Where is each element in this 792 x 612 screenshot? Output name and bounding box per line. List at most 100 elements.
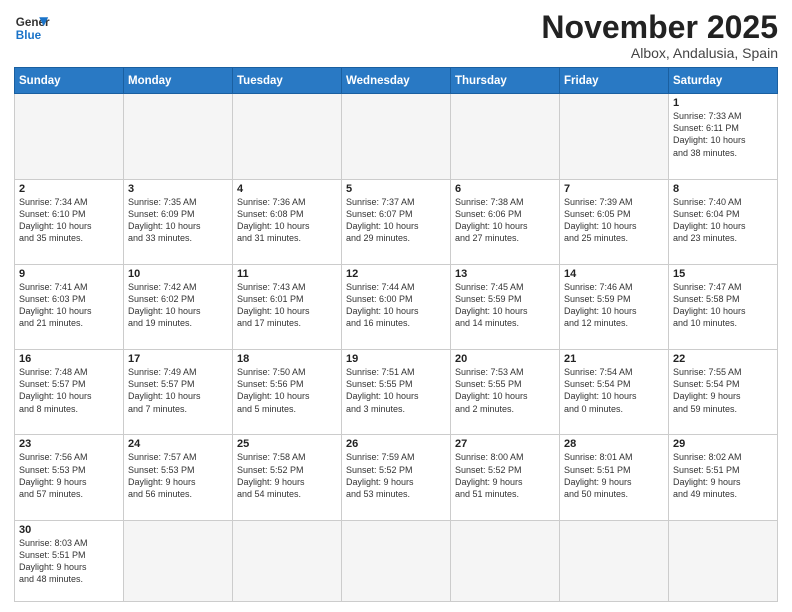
day-info: Sunrise: 7:55 AM Sunset: 5:54 PM Dayligh…: [673, 366, 773, 415]
day-info: Sunrise: 7:36 AM Sunset: 6:08 PM Dayligh…: [237, 196, 337, 245]
header-saturday: Saturday: [669, 68, 778, 94]
day-info: Sunrise: 8:01 AM Sunset: 5:51 PM Dayligh…: [564, 451, 664, 500]
calendar-cell: [560, 94, 669, 179]
header-monday: Monday: [124, 68, 233, 94]
day-info: Sunrise: 7:43 AM Sunset: 6:01 PM Dayligh…: [237, 281, 337, 330]
day-number: 25: [237, 438, 337, 450]
day-info: Sunrise: 7:41 AM Sunset: 6:03 PM Dayligh…: [19, 281, 119, 330]
header: General Blue November 2025 Albox, Andalu…: [14, 10, 778, 61]
calendar-cell: [342, 94, 451, 179]
day-number: 27: [455, 438, 555, 450]
day-info: Sunrise: 7:40 AM Sunset: 6:04 PM Dayligh…: [673, 196, 773, 245]
calendar-cell: 14Sunrise: 7:46 AM Sunset: 5:59 PM Dayli…: [560, 264, 669, 349]
calendar-cell: 9Sunrise: 7:41 AM Sunset: 6:03 PM Daylig…: [15, 264, 124, 349]
day-info: Sunrise: 7:39 AM Sunset: 6:05 PM Dayligh…: [564, 196, 664, 245]
header-friday: Friday: [560, 68, 669, 94]
header-wednesday: Wednesday: [342, 68, 451, 94]
logo: General Blue: [14, 10, 50, 46]
day-info: Sunrise: 7:51 AM Sunset: 5:55 PM Dayligh…: [346, 366, 446, 415]
day-number: 13: [455, 268, 555, 280]
calendar-cell: 16Sunrise: 7:48 AM Sunset: 5:57 PM Dayli…: [15, 350, 124, 435]
day-number: 6: [455, 183, 555, 195]
day-info: Sunrise: 7:54 AM Sunset: 5:54 PM Dayligh…: [564, 366, 664, 415]
calendar-cell: 18Sunrise: 7:50 AM Sunset: 5:56 PM Dayli…: [233, 350, 342, 435]
calendar-cell: 3Sunrise: 7:35 AM Sunset: 6:09 PM Daylig…: [124, 179, 233, 264]
header-sunday: Sunday: [15, 68, 124, 94]
page: General Blue November 2025 Albox, Andalu…: [0, 0, 792, 612]
day-number: 2: [19, 183, 119, 195]
day-info: Sunrise: 7:46 AM Sunset: 5:59 PM Dayligh…: [564, 281, 664, 330]
calendar-cell: 25Sunrise: 7:58 AM Sunset: 5:52 PM Dayli…: [233, 435, 342, 520]
calendar-cell: 29Sunrise: 8:02 AM Sunset: 5:51 PM Dayli…: [669, 435, 778, 520]
day-number: 4: [237, 183, 337, 195]
calendar-week-4: 16Sunrise: 7:48 AM Sunset: 5:57 PM Dayli…: [15, 350, 778, 435]
weekday-header-row: Sunday Monday Tuesday Wednesday Thursday…: [15, 68, 778, 94]
calendar-cell: [451, 520, 560, 601]
calendar-week-6: 30Sunrise: 8:03 AM Sunset: 5:51 PM Dayli…: [15, 520, 778, 601]
day-info: Sunrise: 7:45 AM Sunset: 5:59 PM Dayligh…: [455, 281, 555, 330]
calendar-cell: 10Sunrise: 7:42 AM Sunset: 6:02 PM Dayli…: [124, 264, 233, 349]
day-info: Sunrise: 7:38 AM Sunset: 6:06 PM Dayligh…: [455, 196, 555, 245]
calendar-cell: [233, 94, 342, 179]
day-number: 30: [19, 524, 119, 536]
day-number: 5: [346, 183, 446, 195]
day-number: 3: [128, 183, 228, 195]
day-number: 1: [673, 97, 773, 109]
calendar-cell: 8Sunrise: 7:40 AM Sunset: 6:04 PM Daylig…: [669, 179, 778, 264]
calendar-cell: 26Sunrise: 7:59 AM Sunset: 5:52 PM Dayli…: [342, 435, 451, 520]
calendar-cell: [233, 520, 342, 601]
calendar-cell: 27Sunrise: 8:00 AM Sunset: 5:52 PM Dayli…: [451, 435, 560, 520]
calendar-cell: [15, 94, 124, 179]
location: Albox, Andalusia, Spain: [541, 45, 778, 61]
day-info: Sunrise: 7:56 AM Sunset: 5:53 PM Dayligh…: [19, 451, 119, 500]
day-info: Sunrise: 7:50 AM Sunset: 5:56 PM Dayligh…: [237, 366, 337, 415]
day-number: 7: [564, 183, 664, 195]
day-info: Sunrise: 7:33 AM Sunset: 6:11 PM Dayligh…: [673, 110, 773, 159]
calendar-cell: 6Sunrise: 7:38 AM Sunset: 6:06 PM Daylig…: [451, 179, 560, 264]
day-info: Sunrise: 8:00 AM Sunset: 5:52 PM Dayligh…: [455, 451, 555, 500]
day-number: 21: [564, 353, 664, 365]
calendar-cell: 1Sunrise: 7:33 AM Sunset: 6:11 PM Daylig…: [669, 94, 778, 179]
day-info: Sunrise: 7:47 AM Sunset: 5:58 PM Dayligh…: [673, 281, 773, 330]
day-number: 9: [19, 268, 119, 280]
day-number: 10: [128, 268, 228, 280]
calendar-cell: 4Sunrise: 7:36 AM Sunset: 6:08 PM Daylig…: [233, 179, 342, 264]
day-info: Sunrise: 7:42 AM Sunset: 6:02 PM Dayligh…: [128, 281, 228, 330]
day-number: 11: [237, 268, 337, 280]
day-number: 29: [673, 438, 773, 450]
day-number: 19: [346, 353, 446, 365]
day-number: 16: [19, 353, 119, 365]
day-info: Sunrise: 7:44 AM Sunset: 6:00 PM Dayligh…: [346, 281, 446, 330]
day-number: 24: [128, 438, 228, 450]
day-number: 26: [346, 438, 446, 450]
calendar-week-3: 9Sunrise: 7:41 AM Sunset: 6:03 PM Daylig…: [15, 264, 778, 349]
calendar: Sunday Monday Tuesday Wednesday Thursday…: [14, 67, 778, 602]
day-number: 14: [564, 268, 664, 280]
calendar-cell: [669, 520, 778, 601]
day-number: 12: [346, 268, 446, 280]
month-title: November 2025: [541, 10, 778, 45]
day-number: 23: [19, 438, 119, 450]
calendar-cell: 24Sunrise: 7:57 AM Sunset: 5:53 PM Dayli…: [124, 435, 233, 520]
calendar-cell: [342, 520, 451, 601]
day-info: Sunrise: 7:57 AM Sunset: 5:53 PM Dayligh…: [128, 451, 228, 500]
calendar-cell: 11Sunrise: 7:43 AM Sunset: 6:01 PM Dayli…: [233, 264, 342, 349]
day-number: 22: [673, 353, 773, 365]
calendar-cell: 15Sunrise: 7:47 AM Sunset: 5:58 PM Dayli…: [669, 264, 778, 349]
calendar-cell: 28Sunrise: 8:01 AM Sunset: 5:51 PM Dayli…: [560, 435, 669, 520]
calendar-week-2: 2Sunrise: 7:34 AM Sunset: 6:10 PM Daylig…: [15, 179, 778, 264]
day-info: Sunrise: 7:48 AM Sunset: 5:57 PM Dayligh…: [19, 366, 119, 415]
calendar-cell: 13Sunrise: 7:45 AM Sunset: 5:59 PM Dayli…: [451, 264, 560, 349]
day-number: 28: [564, 438, 664, 450]
calendar-cell: [124, 520, 233, 601]
calendar-cell: 5Sunrise: 7:37 AM Sunset: 6:07 PM Daylig…: [342, 179, 451, 264]
day-number: 20: [455, 353, 555, 365]
calendar-week-1: 1Sunrise: 7:33 AM Sunset: 6:11 PM Daylig…: [15, 94, 778, 179]
calendar-cell: 22Sunrise: 7:55 AM Sunset: 5:54 PM Dayli…: [669, 350, 778, 435]
day-info: Sunrise: 7:59 AM Sunset: 5:52 PM Dayligh…: [346, 451, 446, 500]
day-info: Sunrise: 7:35 AM Sunset: 6:09 PM Dayligh…: [128, 196, 228, 245]
calendar-cell: 23Sunrise: 7:56 AM Sunset: 5:53 PM Dayli…: [15, 435, 124, 520]
day-info: Sunrise: 7:58 AM Sunset: 5:52 PM Dayligh…: [237, 451, 337, 500]
day-number: 18: [237, 353, 337, 365]
day-info: Sunrise: 8:03 AM Sunset: 5:51 PM Dayligh…: [19, 537, 119, 586]
